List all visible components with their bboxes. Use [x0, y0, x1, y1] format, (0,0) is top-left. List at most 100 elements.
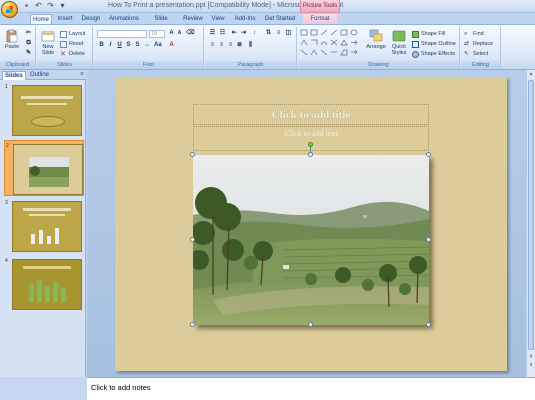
- reset-button[interactable]: Reset: [60, 40, 83, 48]
- quick-styles-button[interactable]: Quick Styles: [388, 29, 410, 59]
- align-text-icon[interactable]: ≡: [275, 30, 282, 37]
- slide-thumbnail[interactable]: 1: [4, 82, 84, 138]
- select-button[interactable]: ↖ Select: [464, 50, 488, 58]
- font-name-input[interactable]: [97, 30, 147, 38]
- clipboard-group: Paste ✂ ⧉ ✎ Clipboard: [0, 27, 36, 69]
- slide-thumbnail-image: [12, 85, 82, 136]
- shadow-text-icon[interactable]: S: [134, 42, 141, 49]
- arrange-label: Arrange: [366, 44, 386, 50]
- layout-icon: [60, 30, 67, 38]
- shape-outline-button[interactable]: Shape Outline: [412, 40, 456, 48]
- columns-icon[interactable]: ⫼: [247, 42, 254, 49]
- slide-thumbnail-selected[interactable]: 2: [4, 140, 84, 196]
- italic-icon[interactable]: I: [107, 42, 114, 49]
- undo-icon[interactable]: ↶: [34, 1, 43, 10]
- font-size-input[interactable]: 18: [149, 30, 165, 38]
- resize-handle-n[interactable]: [308, 152, 313, 157]
- slide-thumbnail-image: [13, 144, 83, 195]
- strikethrough-icon[interactable]: S: [125, 42, 132, 49]
- format-painter-icon[interactable]: ✎: [25, 50, 32, 57]
- thumb-title-line: [23, 208, 71, 211]
- resize-handle-sw[interactable]: [190, 322, 195, 327]
- notes-pane[interactable]: Click to add notes: [87, 377, 535, 400]
- tab-slides[interactable]: Slides: [2, 71, 26, 80]
- scroll-up-icon[interactable]: ▲: [527, 70, 535, 78]
- justify-icon[interactable]: ≣: [236, 42, 243, 49]
- text-direction-icon[interactable]: ⇅: [265, 30, 272, 37]
- resize-handle-e[interactable]: [426, 237, 431, 242]
- clear-format-icon[interactable]: ⌫: [186, 30, 194, 37]
- shapes-gallery[interactable]: [300, 29, 362, 59]
- slide-thumbnail[interactable]: 3: [4, 198, 84, 254]
- paragraph-group: ☰ ☷ ⇤ ⇥ ↕ ⇅ ≡ ◫ ≡ ≡ ≡ ≣ ⫼ Paragraph: [205, 27, 297, 69]
- increase-indent-icon[interactable]: ⇥: [240, 30, 247, 37]
- shrink-font-icon[interactable]: A: [176, 30, 183, 37]
- change-case-icon[interactable]: Aa: [154, 42, 162, 49]
- tab-format[interactable]: Format: [303, 14, 337, 24]
- redo-icon[interactable]: ↷: [46, 1, 55, 10]
- resize-handle-s[interactable]: [308, 322, 313, 327]
- shape-fill-button[interactable]: Shape Fill: [412, 30, 445, 38]
- thumb-chart: [31, 228, 59, 244]
- bullets-icon[interactable]: ☰: [209, 30, 216, 37]
- slide-thumbnail-image: [12, 259, 82, 310]
- shape-effects-button[interactable]: Shape Effects: [412, 50, 455, 58]
- resize-handle-w[interactable]: [190, 237, 195, 242]
- tab-animations[interactable]: Animations: [107, 14, 141, 24]
- copy-icon[interactable]: ⧉: [25, 40, 32, 47]
- underline-icon[interactable]: U: [116, 42, 123, 49]
- save-icon[interactable]: ▪: [22, 1, 31, 10]
- office-button[interactable]: [1, 1, 18, 18]
- vertical-scrollbar[interactable]: ▲ ⇞ ⇟: [526, 70, 535, 377]
- line-spacing-icon[interactable]: ↕: [251, 30, 258, 37]
- resize-handle-nw[interactable]: [190, 152, 195, 157]
- align-left-icon[interactable]: ≡: [209, 42, 216, 49]
- cut-icon[interactable]: ✂: [25, 30, 32, 37]
- find-button[interactable]: ⌕ Find: [464, 30, 484, 38]
- previous-slide-icon[interactable]: ⇞: [527, 353, 535, 361]
- decrease-indent-icon[interactable]: ⇤: [231, 30, 238, 37]
- layout-button[interactable]: Layout: [60, 30, 86, 38]
- new-slide-button[interactable]: New Slide: [39, 29, 57, 59]
- title-placeholder[interactable]: Click to add title: [193, 104, 429, 125]
- next-slide-icon[interactable]: ⇟: [527, 361, 535, 369]
- tab-home[interactable]: Home: [30, 14, 52, 24]
- tab-insert[interactable]: Insert: [54, 14, 76, 24]
- tab-add-ins[interactable]: Add-Ins: [232, 14, 258, 24]
- customize-qat-icon[interactable]: ▾: [58, 1, 67, 10]
- notes-placeholder[interactable]: Click to add notes: [91, 383, 151, 392]
- tab-slide-show[interactable]: Slide Show: [146, 14, 176, 32]
- smartart-icon[interactable]: ◫: [285, 30, 292, 37]
- quick-styles-icon: [392, 30, 406, 42]
- paste-button[interactable]: Paste: [2, 29, 22, 59]
- align-right-icon[interactable]: ≡: [227, 42, 234, 49]
- rotation-handle[interactable]: [308, 142, 313, 147]
- text-placeholder[interactable]: Click to add text: [193, 126, 429, 151]
- picture-selected[interactable]: [190, 142, 431, 327]
- slide-canvas[interactable]: Click to add title Click to add text: [115, 77, 507, 371]
- tab-design[interactable]: Design: [80, 14, 102, 24]
- font-color-icon[interactable]: A: [168, 42, 175, 49]
- scroll-thumb[interactable]: [528, 80, 534, 350]
- drawing-group-label: Drawing: [298, 61, 459, 69]
- char-spacing-icon[interactable]: ↔: [144, 42, 151, 49]
- replace-button[interactable]: ⇄ Replace: [464, 40, 493, 48]
- tab-outline[interactable]: Outline: [28, 71, 51, 80]
- thumb-subtitle-line: [27, 103, 67, 105]
- tab-view[interactable]: View: [209, 14, 227, 24]
- binoculars-icon: ⌕: [464, 30, 468, 37]
- tab-review[interactable]: Review: [182, 14, 204, 24]
- tab-get-started[interactable]: Get Started: [263, 14, 297, 24]
- delete-button[interactable]: ✕ Delete: [60, 50, 85, 58]
- close-icon[interactable]: ×: [80, 71, 84, 78]
- numbering-icon[interactable]: ☷: [219, 30, 226, 37]
- center-icon[interactable]: ≡: [218, 42, 225, 49]
- grow-font-icon[interactable]: A: [168, 30, 175, 37]
- slide-thumbnail[interactable]: 4: [4, 256, 84, 312]
- resize-handle-ne[interactable]: [426, 152, 431, 157]
- bold-icon[interactable]: B: [98, 42, 105, 49]
- resize-handle-se[interactable]: [426, 322, 431, 327]
- arrange-button[interactable]: Arrange: [366, 29, 386, 59]
- select-arrow-icon: ↖: [464, 50, 470, 57]
- editing-group-label: Editing: [461, 61, 500, 69]
